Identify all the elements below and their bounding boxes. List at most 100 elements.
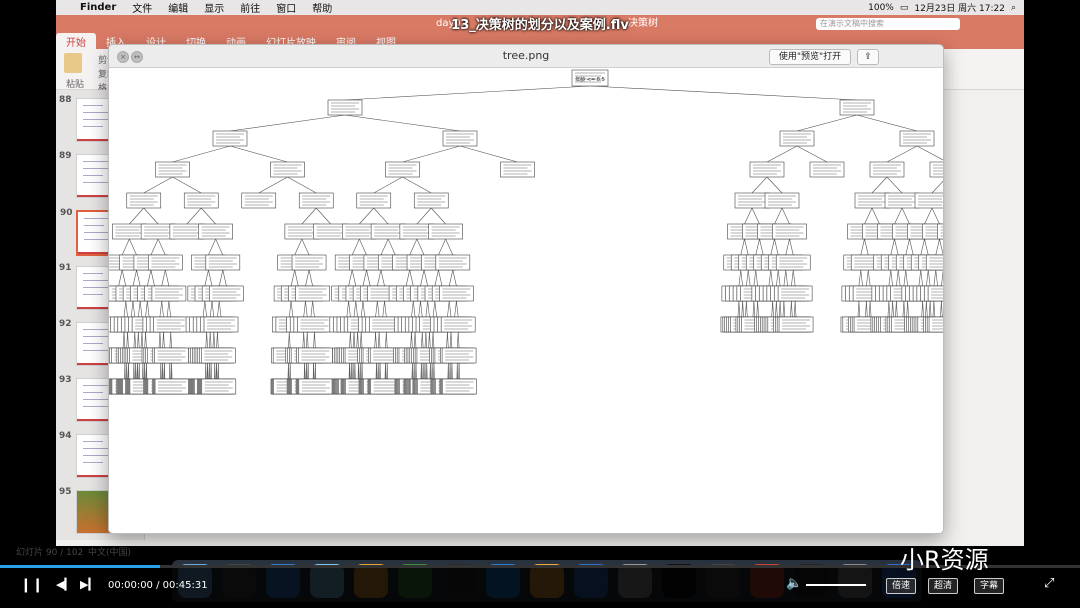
time-display: 00:00:00 / 00:45:31 xyxy=(108,580,208,591)
paste-icon[interactable] xyxy=(64,53,82,73)
tree-edge xyxy=(933,300,936,318)
tree-edge xyxy=(138,331,140,349)
previous-icon[interactable]: ◀▎ xyxy=(56,578,73,591)
tree-edge xyxy=(145,331,147,349)
tree-edge xyxy=(215,238,224,256)
tree-node xyxy=(209,285,244,302)
watermark: 小R资源 xyxy=(900,546,989,574)
open-with-preview-button[interactable]: 使用"预览"打开 xyxy=(769,49,851,65)
tree-edge xyxy=(138,300,141,318)
tree-node xyxy=(778,316,814,333)
tree-edge xyxy=(357,331,359,349)
tab-home[interactable]: 开始 xyxy=(56,33,96,49)
tree-edge xyxy=(150,238,159,256)
tree-edge xyxy=(136,269,141,287)
tree-edge xyxy=(409,269,414,287)
clock: 12月23日 周六 17:22 xyxy=(914,4,1005,14)
status-notes[interactable]: 备注 xyxy=(706,545,724,546)
tree-edge xyxy=(378,331,381,349)
tree-edge xyxy=(208,269,213,287)
tree-edge xyxy=(414,331,417,349)
tree-edge xyxy=(894,207,903,225)
status-comments[interactable]: 批注 xyxy=(754,545,772,546)
tree-edge xyxy=(438,238,446,256)
tree-edge xyxy=(405,269,410,287)
paste-label[interactable]: 粘贴 xyxy=(66,77,84,90)
tree-edge xyxy=(213,331,216,349)
tree-edge xyxy=(903,269,907,287)
menu-app-name[interactable]: Finder xyxy=(72,2,124,13)
status-language: 中文(中国) xyxy=(88,548,132,558)
tree-edge xyxy=(864,238,869,256)
tree-edge xyxy=(935,238,940,256)
tree-node xyxy=(154,378,190,395)
tree-edge xyxy=(129,238,137,256)
tree-node xyxy=(212,130,248,147)
tree-edge xyxy=(387,238,396,256)
progress-fill xyxy=(0,565,160,568)
fullscreen-toggle-icon[interactable]: ⤢ xyxy=(1044,576,1054,591)
share-icon[interactable]: ⇪ xyxy=(857,49,879,65)
tree-edge xyxy=(308,269,313,287)
tree-edge xyxy=(222,269,227,287)
tree-node xyxy=(148,254,183,271)
time-separator: / xyxy=(152,580,163,591)
menu-view[interactable]: 显示 xyxy=(196,0,232,15)
tree-edge xyxy=(858,300,861,318)
tree-node xyxy=(884,192,920,209)
volume-icon[interactable]: 🔈 xyxy=(786,576,802,591)
thumbnail-text-line xyxy=(83,462,103,463)
tree-edge xyxy=(208,238,216,256)
tree-edge xyxy=(447,300,450,318)
tree-node xyxy=(205,254,241,271)
tree-edge xyxy=(918,269,922,287)
tree-edge xyxy=(258,176,288,194)
tree-node xyxy=(327,99,363,116)
tree-node xyxy=(928,316,943,333)
menu-go[interactable]: 前往 xyxy=(232,0,268,15)
tree-edge xyxy=(920,238,925,256)
tree-node xyxy=(298,347,333,364)
tree-node xyxy=(734,192,770,209)
menu-edit[interactable]: 编辑 xyxy=(160,0,196,15)
tree-node xyxy=(241,192,277,209)
tree-edge xyxy=(425,300,428,318)
tree-edge xyxy=(776,300,778,318)
tree-node xyxy=(198,223,233,240)
tree-edge xyxy=(161,300,164,318)
next-icon[interactable]: ▶▎ xyxy=(80,578,97,591)
pause-icon[interactable]: ❙❙ xyxy=(20,577,43,593)
volume-slider[interactable] xyxy=(806,584,866,586)
tree-edge xyxy=(147,300,150,318)
tree-node xyxy=(869,161,905,178)
tree-edge xyxy=(924,207,933,225)
tree-node xyxy=(779,130,815,147)
menu-file[interactable]: 文件 xyxy=(124,0,160,15)
tree-edge xyxy=(751,207,760,225)
spotlight-icon[interactable]: ⌕ xyxy=(1011,3,1016,13)
tree-edge xyxy=(301,238,310,256)
status-slide-count: 幻灯片 90 / 102 xyxy=(16,548,84,558)
tree-edge xyxy=(355,300,358,318)
tree-edge xyxy=(159,331,162,349)
tree-edge xyxy=(132,300,136,318)
tree-edge xyxy=(924,238,929,256)
tree-edge xyxy=(121,238,130,256)
tree-edge xyxy=(161,269,166,287)
tree-edge xyxy=(362,300,366,318)
tree-edge xyxy=(438,269,443,287)
tree-edge xyxy=(751,176,768,194)
quicklook-titlebar: × ↔ tree.png 使用"预览"打开 ⇪ xyxy=(109,45,943,68)
tree-edge xyxy=(375,331,377,349)
tree-edge xyxy=(350,331,352,349)
speed-button[interactable]: 倍速 xyxy=(886,578,916,594)
menu-window[interactable]: 窗口 xyxy=(268,0,304,15)
subtitles-button[interactable]: 字幕 xyxy=(974,578,1004,594)
tree-edge xyxy=(447,331,449,349)
menu-help[interactable]: 帮助 xyxy=(304,0,340,15)
tree-edge xyxy=(418,300,421,318)
tree-edge xyxy=(301,207,317,225)
quality-button[interactable]: 超清 xyxy=(928,578,958,594)
tree-edge xyxy=(121,269,127,287)
tree-node xyxy=(854,192,890,209)
